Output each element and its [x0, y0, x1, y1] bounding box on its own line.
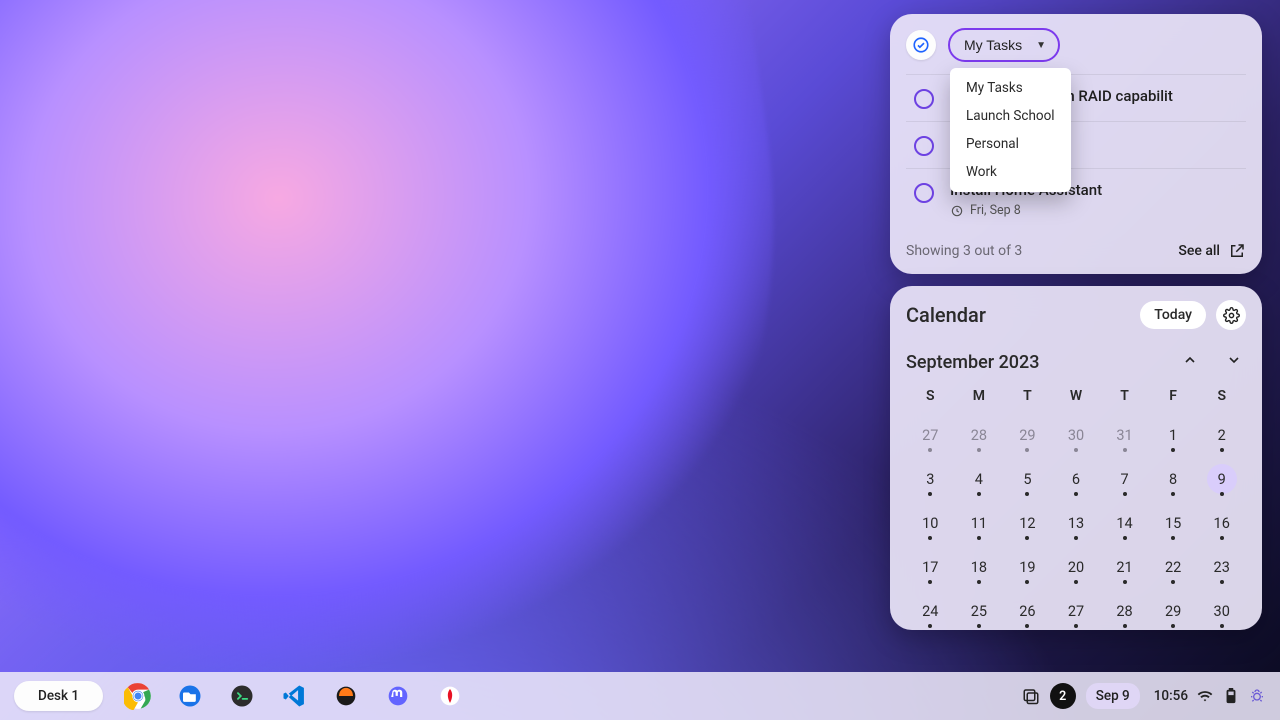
- task-complete-toggle[interactable]: [914, 136, 934, 156]
- next-month-button[interactable]: [1222, 350, 1246, 374]
- app-icon-red[interactable]: [433, 679, 467, 713]
- calendar-day[interactable]: 29: [1003, 422, 1052, 448]
- calendar-day[interactable]: 19: [1003, 554, 1052, 580]
- calendar-day[interactable]: 7: [1100, 466, 1149, 492]
- desk-button[interactable]: Desk 1: [14, 681, 103, 711]
- clock-label: 10:56: [1154, 688, 1188, 704]
- calendar-day[interactable]: 31: [1100, 422, 1149, 448]
- overview-button[interactable]: [1022, 687, 1040, 705]
- terminal-icon[interactable]: [225, 679, 259, 713]
- calendar-day[interactable]: 25: [955, 598, 1004, 624]
- caret-down-icon: ▼: [1036, 40, 1046, 51]
- calendar-day[interactable]: 12: [1003, 510, 1052, 536]
- today-button[interactable]: Today: [1140, 301, 1206, 329]
- app-icon-orange[interactable]: [329, 679, 363, 713]
- dropdown-option[interactable]: Work: [950, 158, 1071, 186]
- calendar-day[interactable]: 9: [1197, 466, 1246, 492]
- dropdown-option[interactable]: Launch School: [950, 102, 1071, 130]
- mastodon-icon[interactable]: [381, 679, 415, 713]
- chevron-up-icon: [1182, 352, 1198, 368]
- calendar-day[interactable]: 29: [1149, 598, 1198, 624]
- calendar-day[interactable]: 16: [1197, 510, 1246, 536]
- task-due-date: Fri, Sep 8: [950, 203, 1102, 218]
- status-tray[interactable]: 10:56: [1154, 687, 1266, 705]
- calendar-day[interactable]: 1: [1149, 422, 1198, 448]
- open-external-icon: [1228, 242, 1246, 260]
- chrome-icon[interactable]: [121, 679, 155, 713]
- calendar-day[interactable]: 10: [906, 510, 955, 536]
- calendar-day[interactable]: 8: [1149, 466, 1198, 492]
- task-complete-toggle[interactable]: [914, 89, 934, 109]
- calendar-widget: Calendar Today September 2023 SMTWTFS272…: [890, 286, 1262, 630]
- task-list-dropdown[interactable]: My Tasks ▼: [948, 28, 1060, 62]
- dropdown-option[interactable]: My Tasks: [950, 74, 1071, 102]
- calendar-day[interactable]: 4: [955, 466, 1004, 492]
- task-list-dropdown-menu: My Tasks Launch School Personal Work: [950, 68, 1071, 192]
- calendar-settings-button[interactable]: [1216, 300, 1246, 330]
- calendar-month-label: September 2023: [906, 352, 1040, 373]
- task-list-selected: My Tasks: [964, 37, 1022, 53]
- tasks-app-icon[interactable]: [906, 30, 936, 60]
- vscode-icon[interactable]: [277, 679, 311, 713]
- calendar-day[interactable]: 30: [1197, 598, 1246, 624]
- calendar-day[interactable]: 28: [955, 422, 1004, 448]
- prev-month-button[interactable]: [1178, 350, 1202, 374]
- calendar-day[interactable]: 20: [1052, 554, 1101, 580]
- calendar-day[interactable]: 21: [1100, 554, 1149, 580]
- calendar-day[interactable]: 22: [1149, 554, 1198, 580]
- calendar-dow: F: [1149, 388, 1198, 404]
- task-count-label: Showing 3 out of 3: [906, 243, 1022, 259]
- calendar-dow: T: [1003, 388, 1052, 404]
- calendar-dow: T: [1100, 388, 1149, 404]
- calendar-day[interactable]: 14: [1100, 510, 1149, 536]
- calendar-dow: S: [906, 388, 955, 404]
- files-icon[interactable]: [173, 679, 207, 713]
- calendar-day[interactable]: 27: [1052, 598, 1101, 624]
- pinned-apps: [121, 679, 467, 713]
- gear-icon: [1223, 307, 1240, 324]
- calendar-day[interactable]: 15: [1149, 510, 1198, 536]
- calendar-day[interactable]: 5: [1003, 466, 1052, 492]
- calendar-dow: M: [955, 388, 1004, 404]
- calendar-day[interactable]: 27: [906, 422, 955, 448]
- tasks-widget: My Tasks ▼ My Tasks Launch School Person…: [890, 14, 1262, 274]
- see-all-button[interactable]: See all: [1178, 242, 1246, 260]
- notification-count[interactable]: 2: [1050, 683, 1076, 709]
- dropdown-option[interactable]: Personal: [950, 130, 1071, 158]
- calendar-day[interactable]: 18: [955, 554, 1004, 580]
- battery-icon: [1222, 687, 1240, 705]
- calendar-day[interactable]: 24: [906, 598, 955, 624]
- calendar-day[interactable]: 28: [1100, 598, 1149, 624]
- shelf: Desk 1 2 Sep 9 10:56: [0, 672, 1280, 720]
- calendar-day[interactable]: 6: [1052, 466, 1101, 492]
- calendar-day[interactable]: 11: [955, 510, 1004, 536]
- task-complete-toggle[interactable]: [914, 183, 934, 203]
- calendar-day[interactable]: 30: [1052, 422, 1101, 448]
- bug-icon: [1248, 687, 1266, 705]
- chevron-down-icon: [1226, 352, 1242, 368]
- calendar-day[interactable]: 23: [1197, 554, 1246, 580]
- calendar-grid: SMTWTFS272829303112345678910111213141516…: [906, 388, 1246, 624]
- calendar-title: Calendar: [906, 303, 986, 327]
- calendar-day[interactable]: 26: [1003, 598, 1052, 624]
- calendar-dow: W: [1052, 388, 1101, 404]
- date-pill[interactable]: Sep 9: [1086, 683, 1140, 709]
- wifi-icon: [1196, 687, 1214, 705]
- calendar-day[interactable]: 2: [1197, 422, 1246, 448]
- calendar-dow: S: [1197, 388, 1246, 404]
- calendar-day[interactable]: 13: [1052, 510, 1101, 536]
- calendar-day[interactable]: 17: [906, 554, 955, 580]
- calendar-day[interactable]: 3: [906, 466, 955, 492]
